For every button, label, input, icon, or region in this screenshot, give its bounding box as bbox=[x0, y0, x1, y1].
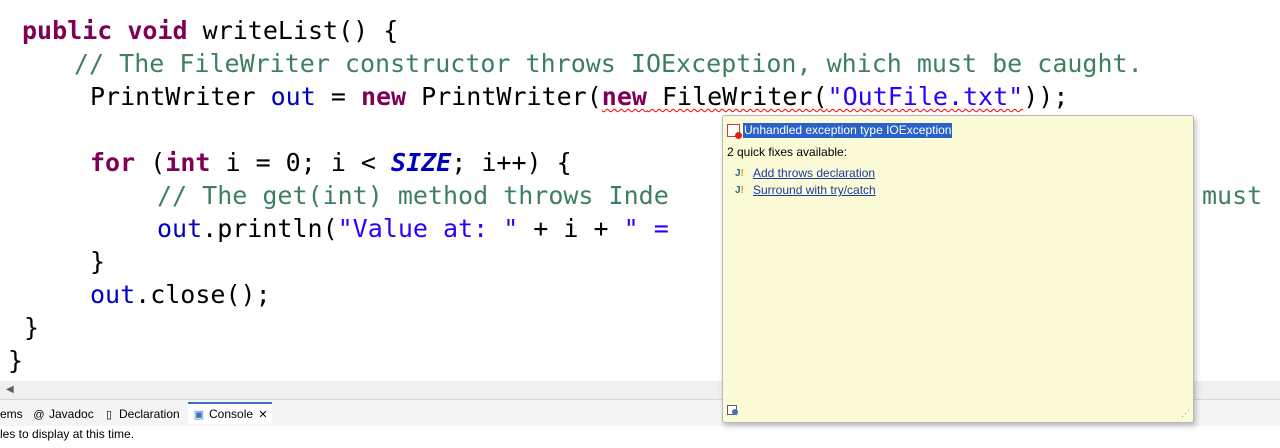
code-text: + i + bbox=[518, 214, 624, 243]
keyword: for bbox=[90, 148, 136, 177]
string-literal: "OutFile.txt" bbox=[827, 82, 1024, 111]
close-icon[interactable]: ✕ bbox=[258, 409, 267, 421]
code-text: writeList() { bbox=[187, 16, 399, 45]
tab-declaration[interactable]: ▯ Declaration bbox=[102, 404, 180, 424]
code-line-7: out.println("Value at: " + i + " = bbox=[157, 212, 669, 245]
code-text: PrintWriter bbox=[90, 82, 271, 111]
keyword: void bbox=[127, 16, 188, 45]
error-icon bbox=[727, 123, 742, 139]
tab-javadoc[interactable]: @ Javadoc bbox=[32, 404, 94, 424]
at-sign-icon: @ bbox=[33, 409, 45, 421]
code-line-2: // The FileWriter constructor throws IOE… bbox=[74, 47, 1143, 80]
code-text: ; i++) { bbox=[451, 148, 572, 177]
code-text: FileWriter( bbox=[646, 82, 828, 111]
quick-fix-item[interactable]: J! Add throws declaration bbox=[735, 166, 875, 180]
tab-problems-label: ems bbox=[0, 407, 23, 421]
field-ref: out bbox=[157, 214, 203, 243]
code-text: .close(); bbox=[135, 280, 271, 309]
quick-fix-icon: J! bbox=[735, 167, 744, 179]
code-text: } bbox=[8, 346, 24, 375]
code-line-9: out.close(); bbox=[90, 278, 271, 311]
code-text: ( bbox=[135, 148, 166, 177]
error-underlined-expression[interactable]: new FileWriter("OutFile.txt" bbox=[602, 82, 1023, 111]
string-literal: "Value at: " bbox=[337, 214, 519, 243]
string-literal: " = bbox=[623, 214, 669, 243]
tab-console[interactable]: ▣ Console ✕ bbox=[188, 402, 272, 424]
keyword: int bbox=[165, 148, 211, 177]
hover-title-row: Unhandled exception type IOException bbox=[727, 122, 953, 139]
quick-fix-count: 2 quick fixes available: bbox=[727, 145, 848, 159]
code-text: )); bbox=[1023, 82, 1069, 111]
hover-error-message[interactable]: Unhandled exception type IOException bbox=[743, 122, 953, 138]
code-line-6-tail: must bbox=[1202, 179, 1262, 212]
open-declaration-icon[interactable] bbox=[727, 403, 739, 415]
keyword: public bbox=[22, 16, 113, 45]
keyword: new bbox=[601, 82, 647, 111]
code-text: } bbox=[24, 313, 40, 342]
scroll-left-arrow-icon[interactable]: ◀ bbox=[6, 384, 14, 395]
resize-grip-icon[interactable]: ⋰ bbox=[1181, 408, 1190, 419]
console-message: les to display at this time. bbox=[0, 426, 1280, 448]
tab-declaration-label: Declaration bbox=[119, 407, 180, 421]
code-line-5: for (int i = 0; i < SIZE; i++) { bbox=[90, 146, 572, 179]
tab-javadoc-label: Javadoc bbox=[49, 407, 94, 421]
declaration-icon: ▯ bbox=[105, 409, 113, 421]
code-text: PrintWriter( bbox=[406, 82, 602, 111]
quick-fix-item[interactable]: J! Surround with try/catch bbox=[735, 183, 876, 197]
console-icon: ▣ bbox=[193, 409, 205, 421]
field-ref: out bbox=[270, 82, 316, 111]
code-text: } bbox=[90, 247, 106, 276]
field-ref: out bbox=[90, 280, 136, 309]
code-text: .println( bbox=[202, 214, 338, 243]
quick-fix-link-add-throws[interactable]: Add throws declaration bbox=[753, 166, 875, 180]
code-line-1: public void writeList() { bbox=[22, 14, 398, 47]
code-line-11: } bbox=[8, 344, 23, 377]
code-line-3: PrintWriter out = new PrintWriter(new Fi… bbox=[90, 80, 1068, 113]
quick-fix-hover-popup: Unhandled exception type IOException 2 q… bbox=[722, 115, 1194, 423]
code-comment: must bbox=[1202, 181, 1263, 210]
code-comment: // The FileWriter constructor throws IOE… bbox=[74, 49, 1143, 78]
code-line-8: } bbox=[90, 245, 105, 278]
code-line-6: // The get(int) method throws Inde bbox=[157, 179, 669, 212]
code-line-10: } bbox=[24, 311, 39, 344]
constant-ref: SIZE bbox=[391, 148, 452, 177]
quick-fix-link-surround-try-catch[interactable]: Surround with try/catch bbox=[753, 183, 876, 197]
code-comment: // The get(int) method throws Inde bbox=[157, 181, 669, 210]
code-text: i = 0; i < bbox=[210, 148, 392, 177]
tab-problems[interactable]: ems bbox=[0, 404, 23, 424]
tab-console-label: Console bbox=[209, 407, 254, 421]
quick-fix-icon: J! bbox=[735, 184, 744, 196]
code-text: = bbox=[315, 82, 361, 111]
keyword: new bbox=[360, 82, 407, 111]
